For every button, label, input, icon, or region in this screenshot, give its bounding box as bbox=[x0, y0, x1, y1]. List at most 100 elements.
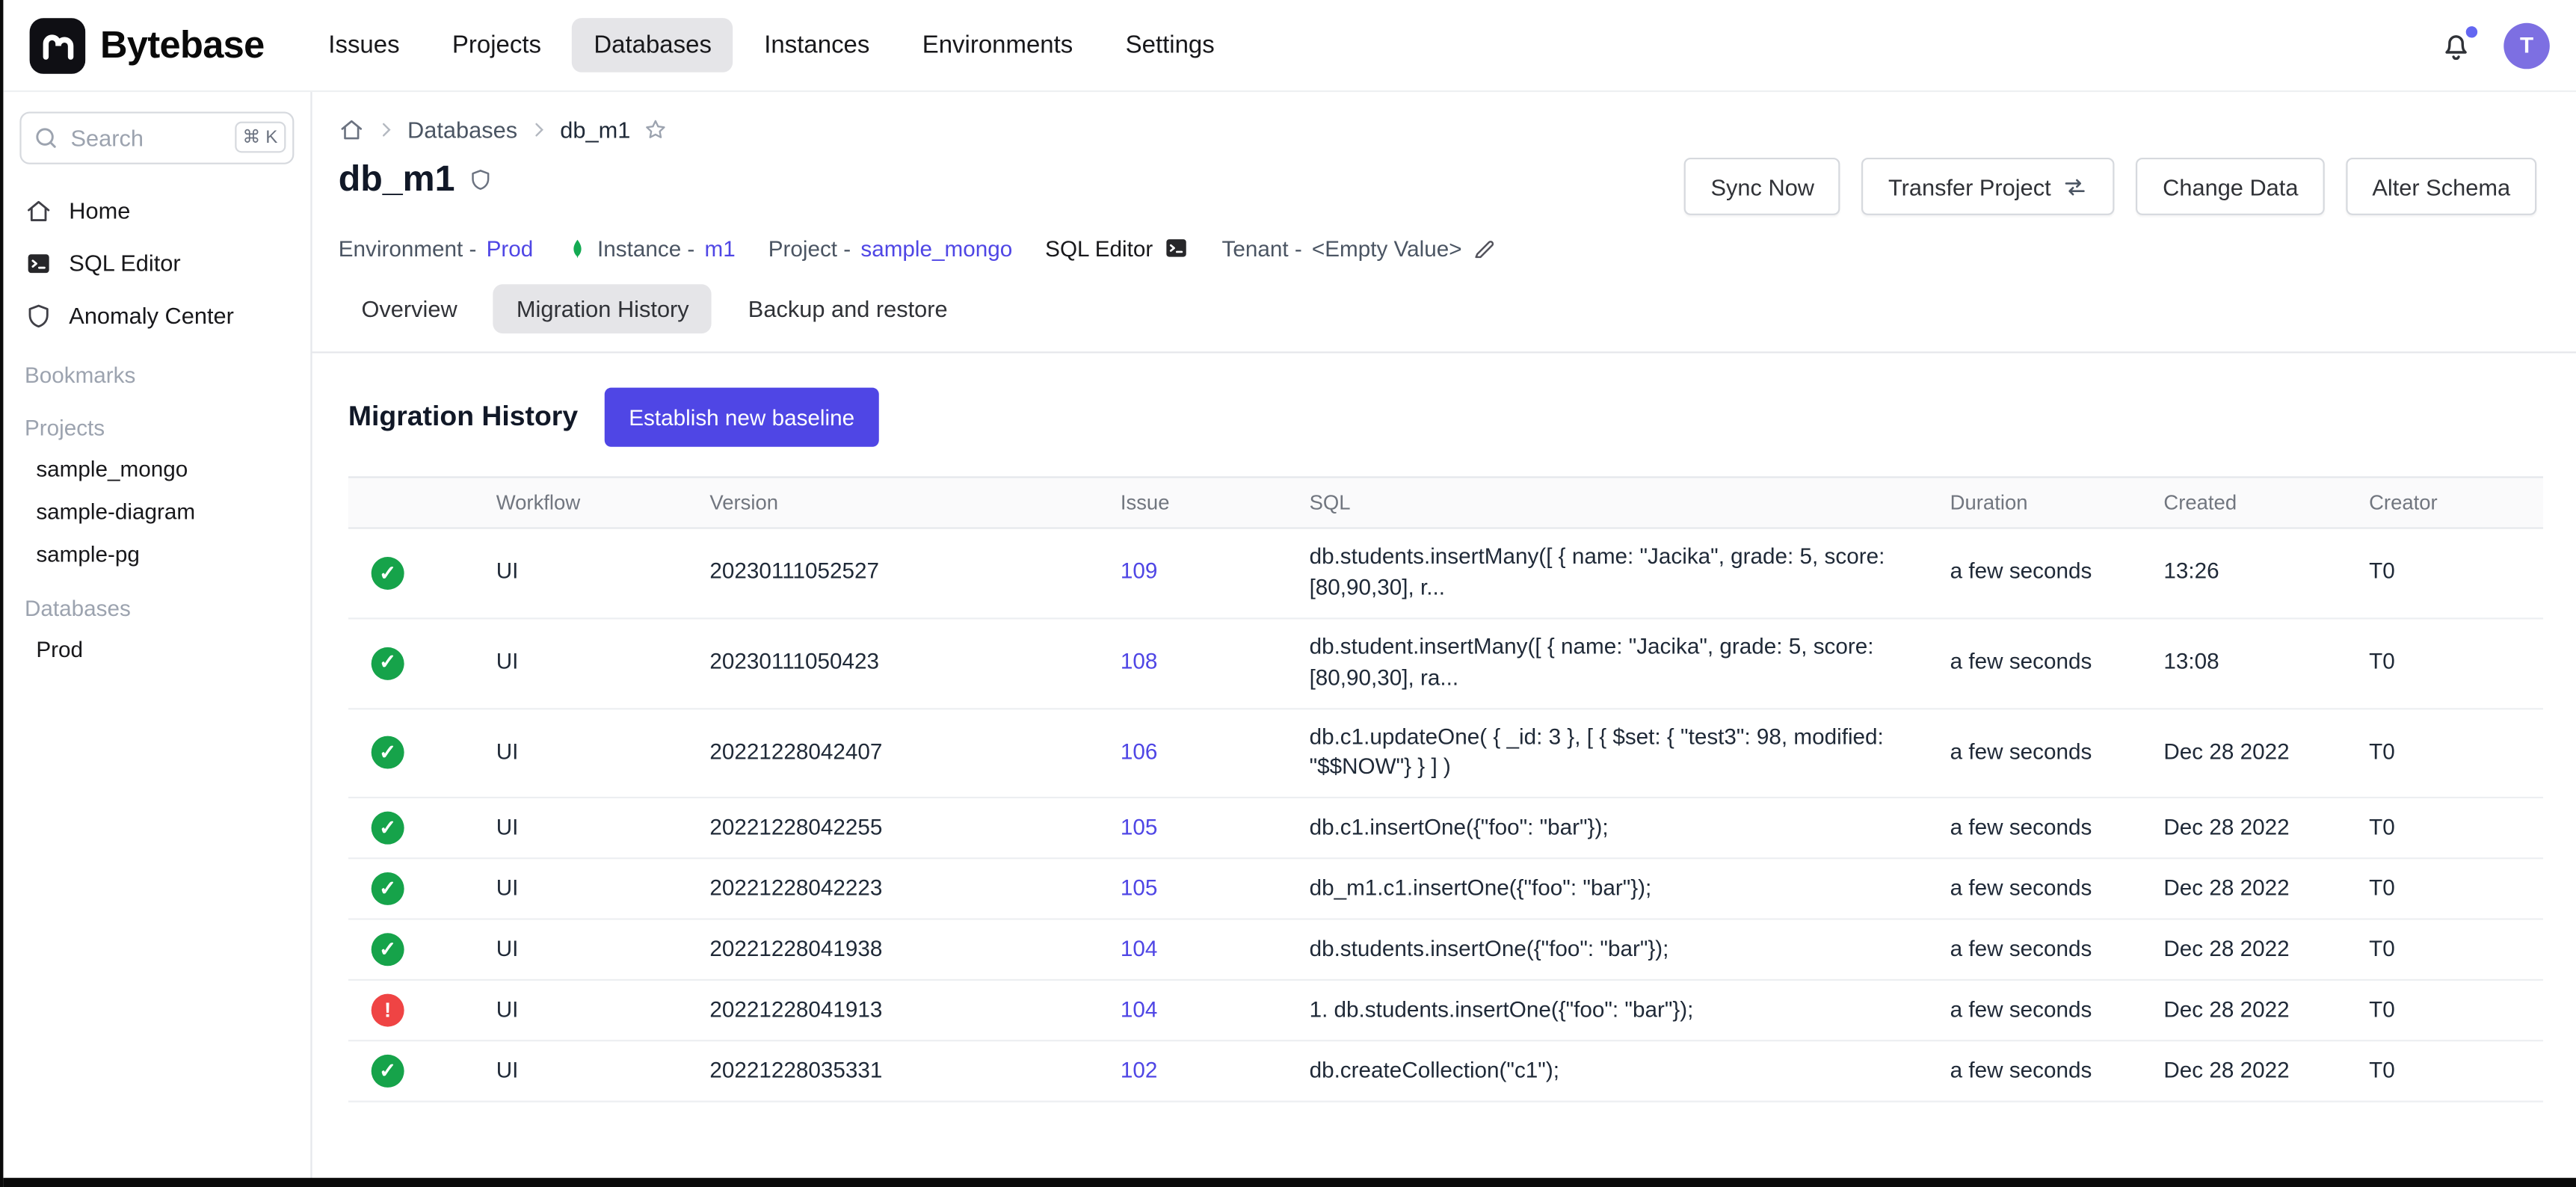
cell-duration: a few seconds bbox=[1950, 800, 2164, 857]
cell-workflow: UI bbox=[496, 635, 710, 692]
topbar-nav-item[interactable]: Environments bbox=[901, 18, 1094, 73]
cell-created: 13:26 bbox=[2163, 544, 2369, 602]
sidebar-project-item[interactable]: sample-pg bbox=[3, 532, 310, 575]
search-box: ⌘ K bbox=[19, 111, 294, 164]
status-icon bbox=[372, 737, 404, 770]
section-label: Databases bbox=[3, 575, 310, 627]
environment-link[interactable]: Prod bbox=[487, 235, 534, 260]
database-tab[interactable]: Migration History bbox=[493, 284, 712, 333]
migration-table-header: Workflow Version Issue SQL Duration Crea… bbox=[348, 476, 2543, 528]
cell-workflow: UI bbox=[496, 724, 710, 782]
notification-bell-icon[interactable] bbox=[2438, 27, 2474, 63]
status-icon bbox=[372, 812, 404, 845]
cell-duration: a few seconds bbox=[1950, 544, 2164, 602]
cell-created: Dec 28 2022 bbox=[2163, 860, 2369, 918]
issue-link[interactable]: 105 bbox=[1121, 875, 1158, 900]
cell-issue: 104 bbox=[1121, 982, 1310, 1040]
cell-duration: a few seconds bbox=[1950, 922, 2164, 979]
topbar-nav-item[interactable]: Projects bbox=[431, 18, 562, 73]
sidebar-item-sql-editor[interactable]: SQL Editor bbox=[3, 236, 310, 289]
project-link[interactable]: sample_mongo bbox=[860, 235, 1012, 260]
breadcrumb-databases[interactable]: Databases bbox=[407, 117, 517, 143]
table-row: UI 20221228042223 105 db_m1.c1.insertOne… bbox=[348, 860, 2543, 920]
issue-link[interactable]: 106 bbox=[1121, 739, 1158, 764]
instance-link[interactable]: m1 bbox=[705, 235, 736, 260]
cell-version: 20221228041913 bbox=[709, 982, 1120, 1040]
change-data-button[interactable]: Change Data bbox=[2136, 158, 2325, 215]
cell-created: Dec 28 2022 bbox=[2163, 982, 2369, 1040]
meta-sql-editor[interactable]: SQL Editor bbox=[1045, 235, 1189, 261]
topbar-nav-item[interactable]: Databases bbox=[573, 18, 733, 73]
cell-created: Dec 28 2022 bbox=[2163, 800, 2369, 857]
sql-editor-icon bbox=[25, 249, 52, 277]
cell-duration: a few seconds bbox=[1950, 860, 2164, 918]
cell-sql: db.c1.insertOne({"foo": "bar"}); bbox=[1310, 800, 1950, 857]
sidebar-project-item[interactable]: sample-diagram bbox=[3, 490, 310, 532]
cell-creator: T0 bbox=[2369, 982, 2543, 1040]
sidebar-database-env-item[interactable]: Prod bbox=[3, 628, 310, 670]
window-bottom-edge bbox=[3, 1178, 2576, 1187]
sidebar-item-home[interactable]: Home bbox=[3, 184, 310, 236]
issue-link[interactable]: 105 bbox=[1121, 815, 1158, 839]
sync-now-button[interactable]: Sync Now bbox=[1684, 158, 1840, 215]
cell-sql: 1. db.students.insertOne({"foo": "bar"})… bbox=[1310, 982, 1950, 1040]
sidebar-item-label: Home bbox=[69, 197, 130, 223]
cell-version: 20230111052527 bbox=[709, 544, 1120, 602]
cell-workflow: UI bbox=[496, 544, 710, 602]
database-tab[interactable]: Overview bbox=[339, 284, 481, 333]
topbar-nav-item[interactable]: Settings bbox=[1104, 18, 1236, 73]
table-row: UI 20221228041938 104 db.students.insert… bbox=[348, 920, 2543, 981]
cell-workflow: UI bbox=[496, 860, 710, 918]
issue-link[interactable]: 108 bbox=[1121, 650, 1158, 674]
layout: ⌘ K Home SQL Editor bbox=[3, 92, 2576, 1187]
cell-creator: T0 bbox=[2369, 800, 2543, 857]
sidebar-project-item[interactable]: sample_mongo bbox=[3, 447, 310, 490]
topbar-nav-item[interactable]: Instances bbox=[743, 18, 891, 73]
table-column-header: Workflow bbox=[496, 478, 710, 528]
tenant-value: <Empty Value> bbox=[1312, 235, 1462, 260]
cell-created: Dec 28 2022 bbox=[2163, 724, 2369, 782]
transfer-project-button[interactable]: Transfer Project bbox=[1862, 158, 2116, 215]
topbar-nav-item[interactable]: Issues bbox=[307, 18, 421, 73]
alter-schema-button[interactable]: Alter Schema bbox=[2346, 158, 2536, 215]
sidebar-section-databases: Databases Prod bbox=[3, 575, 310, 670]
table-column-header: SQL bbox=[1310, 478, 1950, 528]
search-shortcut: ⌘ K bbox=[234, 122, 286, 153]
breadcrumb-current: db_m1 bbox=[560, 117, 630, 143]
bytebase-brand[interactable]: Bytebase bbox=[30, 17, 265, 73]
sidebar-item-anomaly-center[interactable]: Anomaly Center bbox=[3, 289, 310, 342]
tenant-label: Tenant - bbox=[1222, 235, 1302, 260]
cell-status bbox=[348, 1042, 496, 1101]
database-tab[interactable]: Backup and restore bbox=[725, 284, 970, 333]
issue-link[interactable]: 104 bbox=[1121, 936, 1158, 961]
bookmark-star-icon[interactable] bbox=[642, 117, 668, 143]
transfer-project-label: Transfer Project bbox=[1888, 173, 2051, 200]
cell-version: 20221228042407 bbox=[709, 724, 1120, 782]
cell-status bbox=[348, 634, 496, 693]
section-label: Bookmarks bbox=[3, 342, 310, 394]
search-icon bbox=[33, 125, 59, 151]
cell-status bbox=[348, 981, 496, 1040]
instance-label: Instance - bbox=[597, 235, 694, 260]
table-row: UI 20221228042407 106 db.c1.updateOne( {… bbox=[348, 709, 2543, 798]
issue-link[interactable]: 104 bbox=[1121, 997, 1158, 1022]
project-label: Project - bbox=[768, 235, 851, 260]
breadcrumb-home-icon[interactable] bbox=[339, 117, 365, 143]
home-icon bbox=[25, 197, 52, 224]
cell-workflow: UI bbox=[496, 982, 710, 1040]
avatar[interactable]: T bbox=[2503, 22, 2550, 69]
issue-link[interactable]: 109 bbox=[1121, 559, 1158, 584]
cell-status bbox=[348, 724, 496, 783]
mongodb-leaf-icon bbox=[566, 235, 588, 260]
edit-pencil-icon[interactable] bbox=[1472, 235, 1497, 260]
environment-label: Environment - bbox=[339, 235, 477, 260]
establish-baseline-button[interactable]: Establish new baseline bbox=[604, 388, 879, 447]
notification-dot bbox=[2466, 25, 2477, 37]
meta-tenant: Tenant - <Empty Value> bbox=[1222, 235, 1497, 260]
cell-created: Dec 28 2022 bbox=[2163, 1043, 2369, 1100]
cell-creator: T0 bbox=[2369, 860, 2543, 918]
chevron-right-icon bbox=[529, 120, 549, 139]
issue-link[interactable]: 102 bbox=[1121, 1058, 1158, 1082]
cell-sql: db.createCollection("c1"); bbox=[1310, 1043, 1950, 1100]
table-column-header: Created bbox=[2163, 478, 2369, 528]
